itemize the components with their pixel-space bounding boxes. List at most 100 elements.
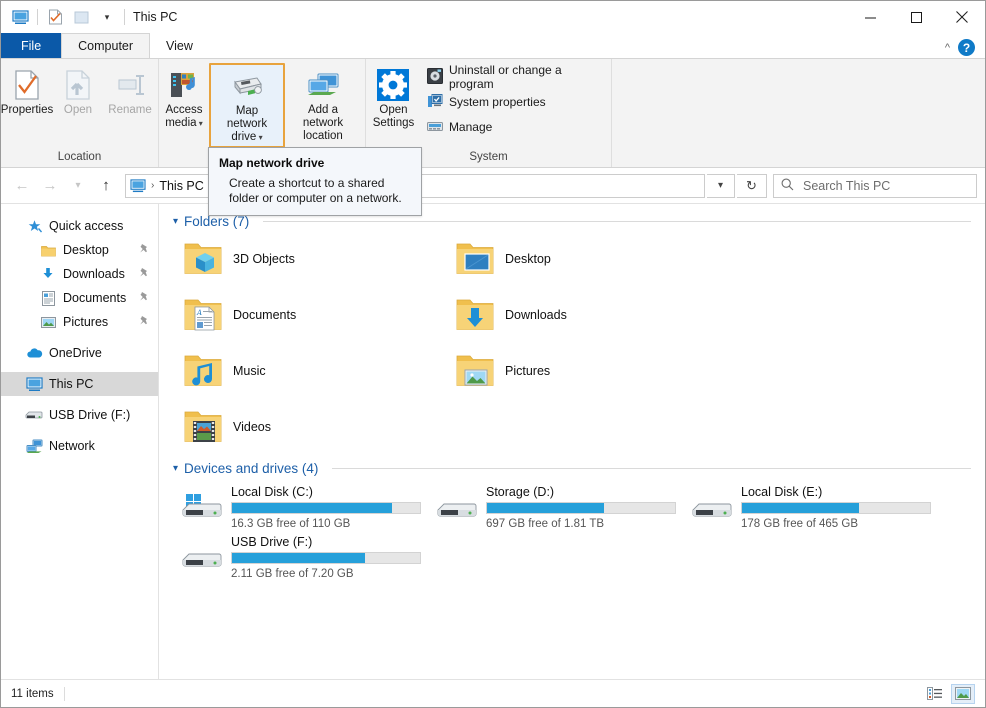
system-properties-button[interactable]: System properties [421,91,611,113]
folder-videos-icon [177,402,233,452]
properties-button[interactable]: Properties [1,63,53,120]
drive-usage-fill [742,503,859,513]
folder-item-documents[interactable]: A Documents [173,287,445,343]
tab-file[interactable]: File [1,33,62,58]
drive-item-local-disk-c[interactable]: Local Disk (C:) 16.3 GB free of 110 GB [173,480,428,530]
properties-icon[interactable] [42,4,68,30]
file-list-pane: ▾ Folders (7) 3D Objects Desktop A Docum… [159,204,985,679]
large-icons-view-button[interactable] [951,683,975,704]
uninstall-program-label: Uninstall or change a program [448,63,562,91]
drive-item-usb-drive-f[interactable]: USB Drive (F:) 2.11 GB free of 7.20 GB [173,530,428,580]
close-button[interactable] [939,1,985,33]
add-network-location-button[interactable]: Add a network location [285,63,361,146]
section-rule [263,221,971,222]
title-bar: ▾ This PC [1,1,985,33]
open-button[interactable]: Open [53,63,103,120]
drive-label: Local Disk (E:) [741,485,823,499]
folder-item-desktop[interactable]: Desktop [445,231,717,287]
drives-section-header[interactable]: ▾ Devices and drives (4) [173,461,971,476]
new-folder-icon[interactable] [68,4,94,30]
folder-item-label: Videos [233,420,271,434]
pictures-icon [39,316,57,329]
add-network-location-label-line2: location [303,130,343,142]
up-button[interactable]: ↑ [93,173,119,199]
back-button[interactable]: ← [9,173,35,199]
access-media-dropdown-icon[interactable]: ▾ [197,119,203,128]
uninstall-program-button[interactable]: Uninstall or change a program [421,63,611,91]
sidebar-item-label: USB Drive (F:) [49,408,131,422]
this-pc-icon [25,376,43,392]
refresh-button[interactable]: ↻ [737,173,767,198]
pin-icon[interactable] [139,291,150,305]
folder-item-videos[interactable]: Videos [173,399,445,455]
manage-button[interactable]: Manage [421,116,611,138]
drive-usage-bar [231,502,421,514]
details-view-button[interactable] [923,684,947,704]
forward-button[interactable]: → [37,173,63,199]
status-bar: 11 items [1,679,985,707]
sidebar-item-desktop[interactable]: Desktop [1,238,158,262]
breadcrumb-item-this-pc[interactable]: This PC [159,179,203,193]
tab-view[interactable]: View [150,33,209,58]
tooltip-body: Create a shortcut to a shared folder or … [229,176,402,205]
drive-label: USB Drive (F:) [231,535,313,549]
sidebar-item-this-pc[interactable]: This PC [1,372,158,396]
chevron-down-icon[interactable]: ▾ [173,463,178,474]
folders-section-header[interactable]: ▾ Folders (7) [173,214,971,229]
open-settings-label-line2: Settings [372,117,415,129]
drive-label: Local Disk (C:) [231,485,313,499]
uninstall-program-icon [426,67,443,87]
folder-3d-objects-icon [177,234,233,284]
address-dropdown-button[interactable]: ▾ [707,173,735,198]
folder-item-downloads[interactable]: Downloads [445,287,717,343]
settings-gear-icon [376,68,410,102]
search-box[interactable] [773,173,977,198]
map-network-drive-dropdown-icon[interactable]: ▾ [256,133,263,142]
minimize-button[interactable] [847,1,893,33]
sidebar-item-label: Network [49,439,95,453]
sidebar-item-onedrive[interactable]: OneDrive [1,341,158,365]
access-media-icon [168,68,200,102]
customize-qat-dropdown[interactable]: ▾ [94,4,120,30]
drive-usage-bar [231,552,421,564]
sidebar-item-label: Quick access [49,219,124,233]
tab-computer[interactable]: Computer [61,33,151,58]
system-properties-icon [427,93,443,112]
sidebar-item-downloads[interactable]: Downloads [1,262,158,286]
pin-icon[interactable] [139,267,150,281]
add-network-location-label-line1: Add a network [302,104,344,129]
collapse-ribbon-icon[interactable]: ^ [945,42,950,54]
pin-icon[interactable] [139,315,150,329]
recent-locations-button[interactable]: ▾ [65,173,91,199]
sidebar-item-documents[interactable]: Documents [1,286,158,310]
drive-item-storage-d[interactable]: Storage (D:) 697 GB free of 1.81 TB [428,480,683,530]
usb-drive-icon [25,410,43,421]
this-pc-icon[interactable] [7,4,33,30]
sidebar-item-network[interactable]: Network [1,434,158,458]
search-input[interactable] [801,177,969,194]
folder-item-music[interactable]: Music [173,343,445,399]
folder-item-3d-objects[interactable]: 3D Objects [173,231,445,287]
maximize-button[interactable] [893,1,939,33]
map-network-drive-label-line1: Map network [226,105,268,130]
map-network-drive-button[interactable]: Map network drive ▾ [209,63,285,148]
drive-item-local-disk-e[interactable]: Local Disk (E:) 178 GB free of 465 GB [683,480,938,530]
sidebar-item-usb-drive[interactable]: USB Drive (F:) [1,403,158,427]
access-media-button[interactable]: Access media ▾ [159,63,209,133]
sidebar-item-quick-access[interactable]: Quick access [1,214,158,238]
pin-icon[interactable] [139,243,150,257]
folders-grid: 3D Objects Desktop A Documents Downloads… [173,231,971,455]
ribbon-group-location-label: Location [57,151,102,163]
usb-drive-icon [175,534,231,580]
svg-text:A: A [196,309,202,317]
chevron-down-icon[interactable]: ▾ [173,216,178,227]
sidebar-item-pictures[interactable]: Pictures [1,310,158,334]
help-icon[interactable]: ? [958,39,975,56]
view-toggle-group [923,683,975,704]
map-network-drive-tooltip: Map network drive Create a shortcut to a… [208,147,422,216]
rename-button[interactable]: Rename [103,63,157,120]
drives-section-label: Devices and drives (4) [184,461,319,476]
breadcrumb-separator: › [151,180,155,191]
folder-item-pictures[interactable]: Pictures [445,343,717,399]
open-settings-button[interactable]: Open Settings [366,63,421,133]
